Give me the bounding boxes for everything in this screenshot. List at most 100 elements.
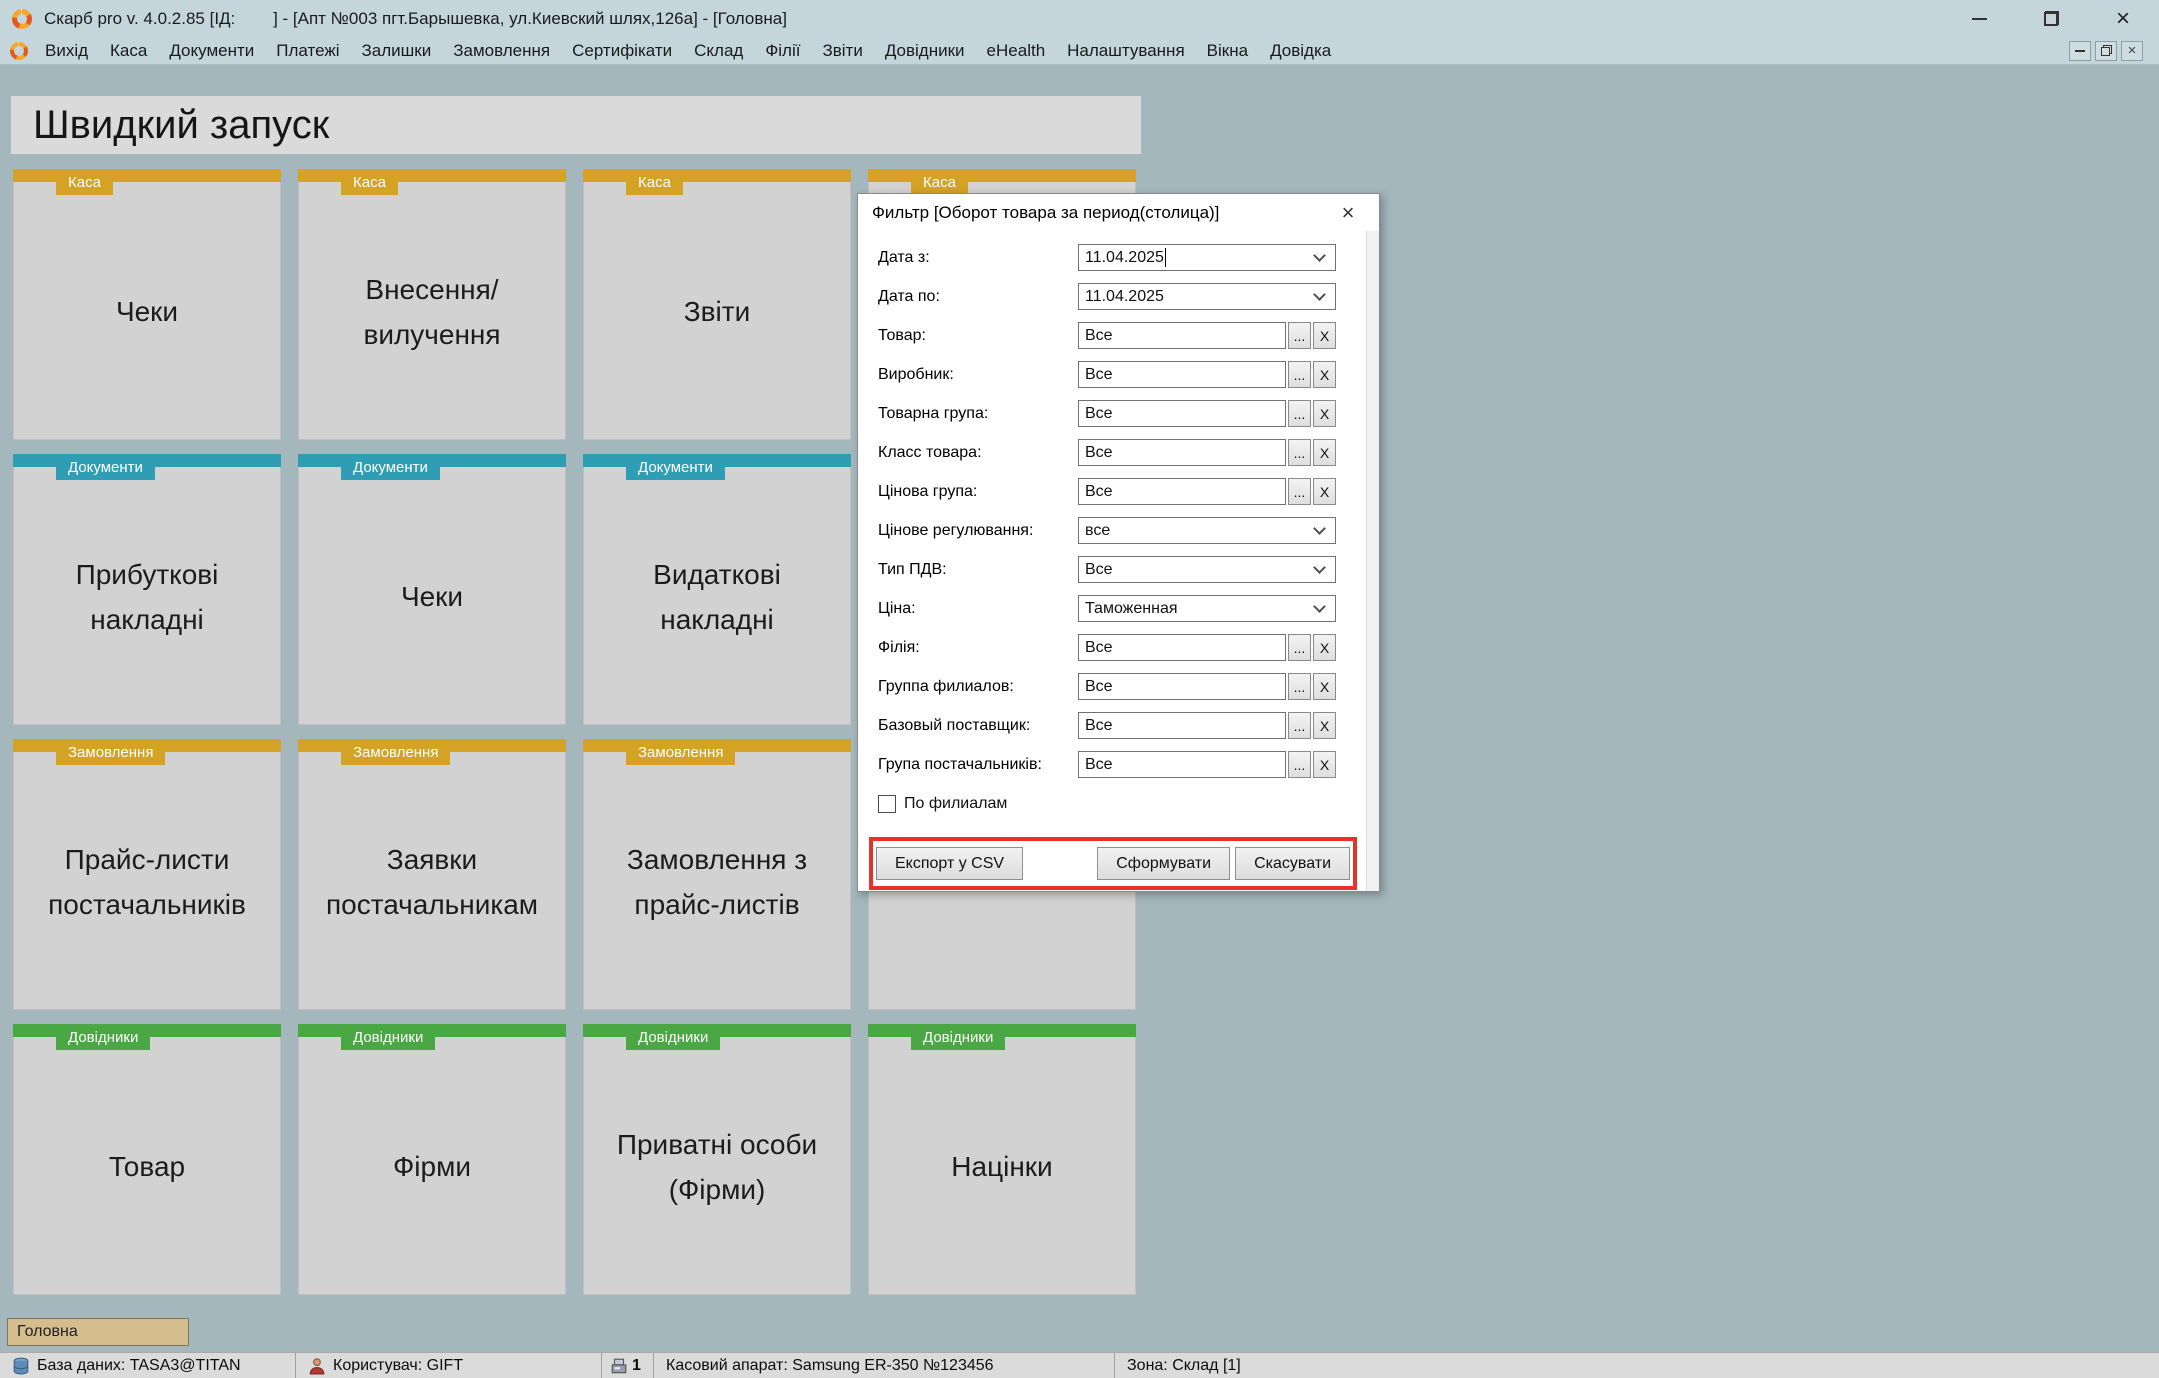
mdi-close-button[interactable]: × <box>2121 41 2143 61</box>
status-zone: Зона: Склад [1] <box>1115 1353 2159 1378</box>
menu-item[interactable]: Довідники <box>874 41 976 61</box>
menu-item[interactable]: Налаштування <box>1056 41 1196 61</box>
menu-item[interactable]: Документи <box>158 41 265 61</box>
mdi-restore-button[interactable] <box>2095 41 2117 61</box>
dialog-title: Фильтр [Оборот товара за период(столица)… <box>872 203 1219 223</box>
browse-button[interactable]: ... <box>1288 673 1311 700</box>
chevron-down-icon[interactable] <box>1313 600 1326 613</box>
menu-item[interactable]: Сертифікати <box>561 41 683 61</box>
quick-launch-tile[interactable]: Довідники Фірми <box>298 1024 566 1295</box>
clear-button[interactable]: X <box>1313 751 1336 778</box>
browse-button[interactable]: ... <box>1288 439 1311 466</box>
browse-button[interactable]: ... <box>1288 361 1311 388</box>
restore-button[interactable] <box>2015 0 2087 37</box>
menu-item[interactable]: Замовлення <box>442 41 561 61</box>
menu-item[interactable]: Склад <box>683 41 754 61</box>
menu-bar: ВихідКасаДокументиПлатежіЗалишкиЗамовлен… <box>0 37 2159 65</box>
dialog-buttons-highlight-box: Експорт у CSV Сформувати Скасувати <box>869 837 1357 890</box>
field-label: Група постачальників: <box>878 756 1042 774</box>
combo-field[interactable]: 11.04.2025 <box>1078 283 1336 310</box>
dialog-field-row: Группа филиалов: Все Все ... X <box>858 667 1379 706</box>
browse-button[interactable]: ... <box>1288 322 1311 349</box>
browse-button[interactable]: ... <box>1288 478 1311 505</box>
tile-label: Звіти <box>608 200 826 425</box>
close-button[interactable]: × <box>2087 0 2159 37</box>
cancel-button[interactable]: Скасувати <box>1235 847 1350 880</box>
quick-launch-tile[interactable]: Замовлення Прайс-листи постачальників <box>13 739 281 1010</box>
menu-item[interactable]: eHealth <box>976 41 1057 61</box>
clear-button[interactable]: X <box>1313 712 1336 739</box>
quick-launch-tile[interactable]: Документи Чеки <box>298 454 566 725</box>
quick-launch-tile[interactable]: Каса Звіти <box>583 169 851 440</box>
lookup-input[interactable]: Все <box>1078 712 1286 739</box>
browse-button[interactable]: ... <box>1288 712 1311 739</box>
by-branches-checkbox[interactable] <box>878 795 896 813</box>
by-branches-label: По филиалам <box>904 795 1007 813</box>
mdi-minimize-button[interactable] <box>2069 41 2091 61</box>
combo-field[interactable]: 11.04.2025 <box>1078 244 1336 271</box>
generate-button[interactable]: Сформувати <box>1097 847 1230 880</box>
text-caret <box>1165 248 1166 267</box>
menu-item[interactable]: Вікна <box>1196 41 1259 61</box>
menu-item[interactable]: Звіти <box>811 41 873 61</box>
lookup-input[interactable]: Все <box>1078 322 1286 349</box>
lookup-input[interactable]: Все <box>1078 478 1286 505</box>
tile-label: Приватні особи (Фірми) <box>608 1055 826 1280</box>
clear-button[interactable]: X <box>1313 439 1336 466</box>
lookup-value: Все <box>1079 756 1113 774</box>
quick-launch-title: Швидкий запуск <box>33 103 329 148</box>
clear-button[interactable]: X <box>1313 400 1336 427</box>
minimize-button[interactable] <box>1943 0 2015 37</box>
lookup-input[interactable]: Все <box>1078 361 1286 388</box>
tile-category-tag: Каса <box>626 169 683 195</box>
quick-launch-tile[interactable]: Замовлення Заявки постачальникам <box>298 739 566 1010</box>
export-csv-button[interactable]: Експорт у CSV <box>876 847 1023 880</box>
menu-item[interactable]: Платежі <box>265 41 350 61</box>
quick-launch-tile[interactable]: Документи Прибуткові накладні <box>13 454 281 725</box>
quick-launch-tile[interactable]: Замовлення Замовлення з прайс-листів <box>583 739 851 1010</box>
menu-item[interactable]: Залишки <box>351 41 443 61</box>
combo-field[interactable]: Таможенная <box>1078 595 1336 622</box>
lookup-input[interactable]: Все <box>1078 439 1286 466</box>
quick-launch-tile[interactable]: Документи Видаткові накладні <box>583 454 851 725</box>
dialog-scrollbar[interactable] <box>1366 231 1379 891</box>
dialog-titlebar[interactable]: Фильтр [Оборот товара за период(столица)… <box>858 194 1379 231</box>
quick-launch-tile[interactable]: Каса Внесення/вилучення <box>298 169 566 440</box>
menu-item[interactable]: Філії <box>754 41 811 61</box>
tile-label: Чеки <box>323 485 541 710</box>
quick-launch-tile[interactable]: Довідники Товар <box>13 1024 281 1295</box>
mdi-workspace: Швидкий запуск Каса Чеки Каса Внесення/в… <box>0 65 2159 1378</box>
menu-item[interactable]: Довідка <box>1259 41 1342 61</box>
clear-button[interactable]: X <box>1313 322 1336 349</box>
chevron-down-icon[interactable] <box>1313 561 1326 574</box>
quick-launch-tile[interactable]: Каса Чеки <box>13 169 281 440</box>
browse-button[interactable]: ... <box>1288 400 1311 427</box>
lookup-input[interactable]: Все <box>1078 673 1286 700</box>
tab-holovna[interactable]: Головна <box>7 1318 189 1346</box>
lookup-input[interactable]: Все <box>1078 400 1286 427</box>
browse-button[interactable]: ... <box>1288 634 1311 661</box>
lookup-input[interactable]: Все <box>1078 634 1286 661</box>
quick-launch-tile[interactable]: Довідники Націнки <box>868 1024 1136 1295</box>
browse-button[interactable]: ... <box>1288 751 1311 778</box>
menu-item[interactable]: Вихід <box>34 41 99 61</box>
clear-button[interactable]: X <box>1313 634 1336 661</box>
chevron-down-icon[interactable] <box>1313 522 1326 535</box>
clear-button[interactable]: X <box>1313 673 1336 700</box>
chevron-down-icon[interactable] <box>1313 288 1326 301</box>
dialog-field-row: Дата з: 11.04.2025 11.04.2025 ... X <box>858 238 1379 277</box>
tile-category-tag: Документи <box>341 454 440 480</box>
tile-category-tag: Каса <box>341 169 398 195</box>
dialog-close-button[interactable]: × <box>1335 200 1361 226</box>
combo-field[interactable]: все <box>1078 517 1336 544</box>
lookup-input[interactable]: Все <box>1078 751 1286 778</box>
lookup-value: Все <box>1079 678 1113 696</box>
menu-item[interactable]: Каса <box>99 41 158 61</box>
tile-category-tag: Каса <box>911 169 968 195</box>
clear-button[interactable]: X <box>1313 478 1336 505</box>
quick-launch-tile[interactable]: Довідники Приватні особи (Фірми) <box>583 1024 851 1295</box>
mdi-child-system-icon[interactable] <box>10 42 28 60</box>
combo-field[interactable]: Все <box>1078 556 1336 583</box>
clear-button[interactable]: X <box>1313 361 1336 388</box>
chevron-down-icon[interactable] <box>1313 249 1326 262</box>
